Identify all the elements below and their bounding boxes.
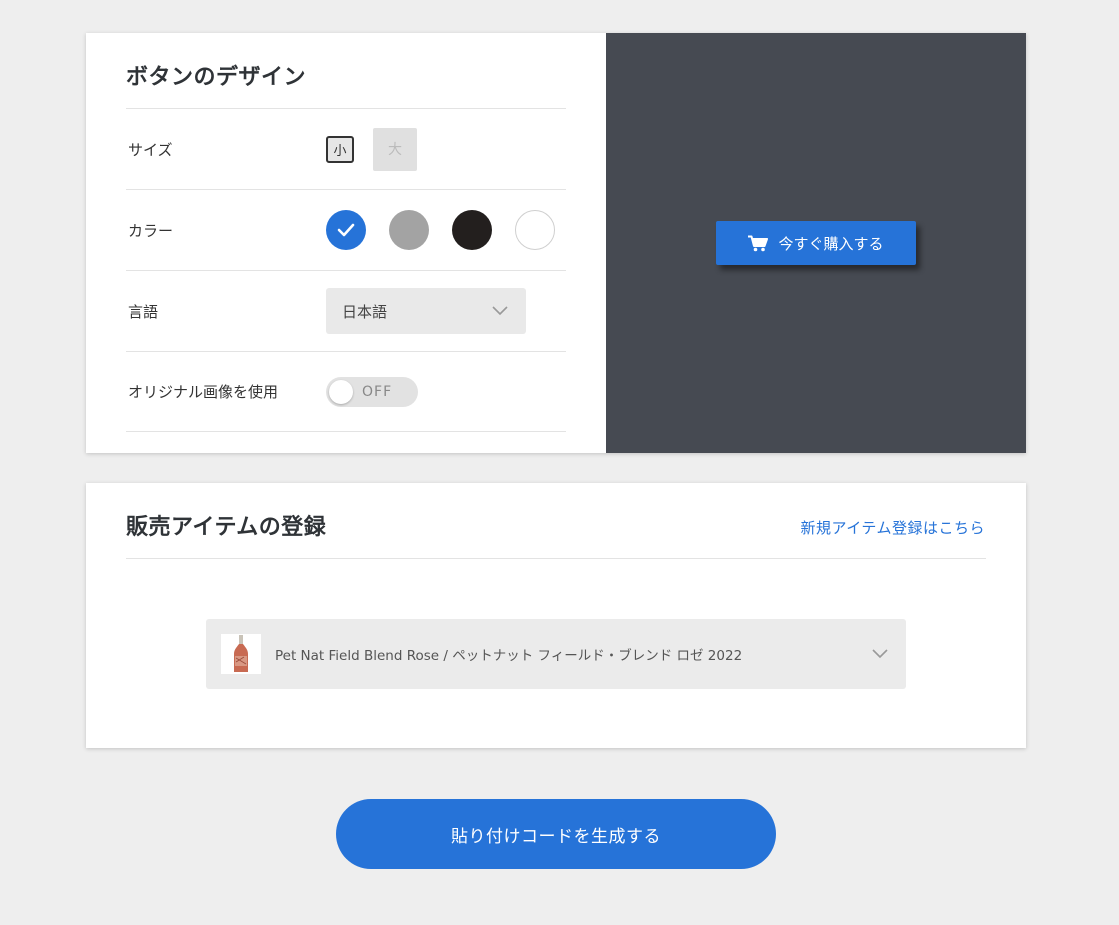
color-row: カラー bbox=[126, 189, 566, 270]
wine-bottle-icon bbox=[234, 635, 248, 672]
language-label: 言語 bbox=[128, 302, 159, 321]
item-registration-card: 販売アイテムの登録 新規アイテム登録はこちら Pet Nat Field Ble… bbox=[86, 483, 1026, 748]
language-select[interactable]: 日本語 bbox=[326, 288, 526, 334]
size-options: 小 大 bbox=[326, 127, 417, 171]
color-swatch-gray[interactable] bbox=[389, 210, 429, 250]
size-label: サイズ bbox=[128, 140, 173, 159]
language-row: 言語 日本語 bbox=[126, 270, 566, 351]
size-row: サイズ 小 大 bbox=[126, 108, 566, 189]
size-small-button[interactable]: 小 bbox=[326, 135, 354, 163]
original-image-label: オリジナル画像を使用 bbox=[128, 383, 279, 401]
toggle-knob bbox=[329, 379, 353, 404]
original-image-row: オリジナル画像を使用 OFF bbox=[126, 351, 566, 432]
cart-icon bbox=[748, 235, 769, 251]
item-select[interactable]: Pet Nat Field Blend Rose / ペットナット フィールド・… bbox=[206, 619, 906, 689]
size-large-button[interactable]: 大 bbox=[373, 127, 417, 171]
item-thumbnail bbox=[221, 634, 261, 674]
settings-rows: サイズ 小 大 カラー 言語 日本語 オリジナル画像を使用 OFF bbox=[126, 108, 566, 432]
color-label: カラー bbox=[128, 221, 174, 240]
selected-item-name: Pet Nat Field Blend Rose / ペットナット フィールド・… bbox=[275, 648, 743, 664]
color-swatch-white[interactable] bbox=[515, 210, 555, 250]
buy-now-label: 今すぐ購入する bbox=[778, 234, 884, 253]
new-item-link[interactable]: 新規アイテム登録はこちら bbox=[800, 517, 985, 538]
button-preview-panel: 今すぐ購入する bbox=[606, 33, 1026, 453]
color-swatch-black[interactable] bbox=[452, 210, 492, 250]
chevron-down-icon bbox=[492, 306, 508, 316]
checkmark-icon bbox=[337, 223, 355, 237]
chevron-down-icon bbox=[872, 649, 888, 659]
generate-code-button[interactable]: 貼り付けコードを生成する bbox=[336, 799, 776, 869]
original-image-toggle[interactable]: OFF bbox=[326, 376, 418, 407]
divider bbox=[126, 558, 986, 559]
color-swatch-blue[interactable] bbox=[326, 210, 366, 250]
item-section-title: 販売アイテムの登録 bbox=[126, 515, 327, 540]
settings-panel: ボタンのデザイン サイズ 小 大 カラー 言語 日本語 オリジナル画像を使用 O… bbox=[86, 33, 606, 453]
design-section-title: ボタンのデザイン bbox=[126, 65, 307, 90]
language-select-value: 日本語 bbox=[342, 302, 388, 321]
buy-now-preview-button[interactable]: 今すぐ購入する bbox=[716, 221, 916, 265]
button-design-card: ボタンのデザイン サイズ 小 大 カラー 言語 日本語 オリジナル画像を使用 O… bbox=[86, 33, 1026, 453]
color-swatches bbox=[326, 210, 555, 250]
toggle-state-text: OFF bbox=[362, 383, 393, 400]
